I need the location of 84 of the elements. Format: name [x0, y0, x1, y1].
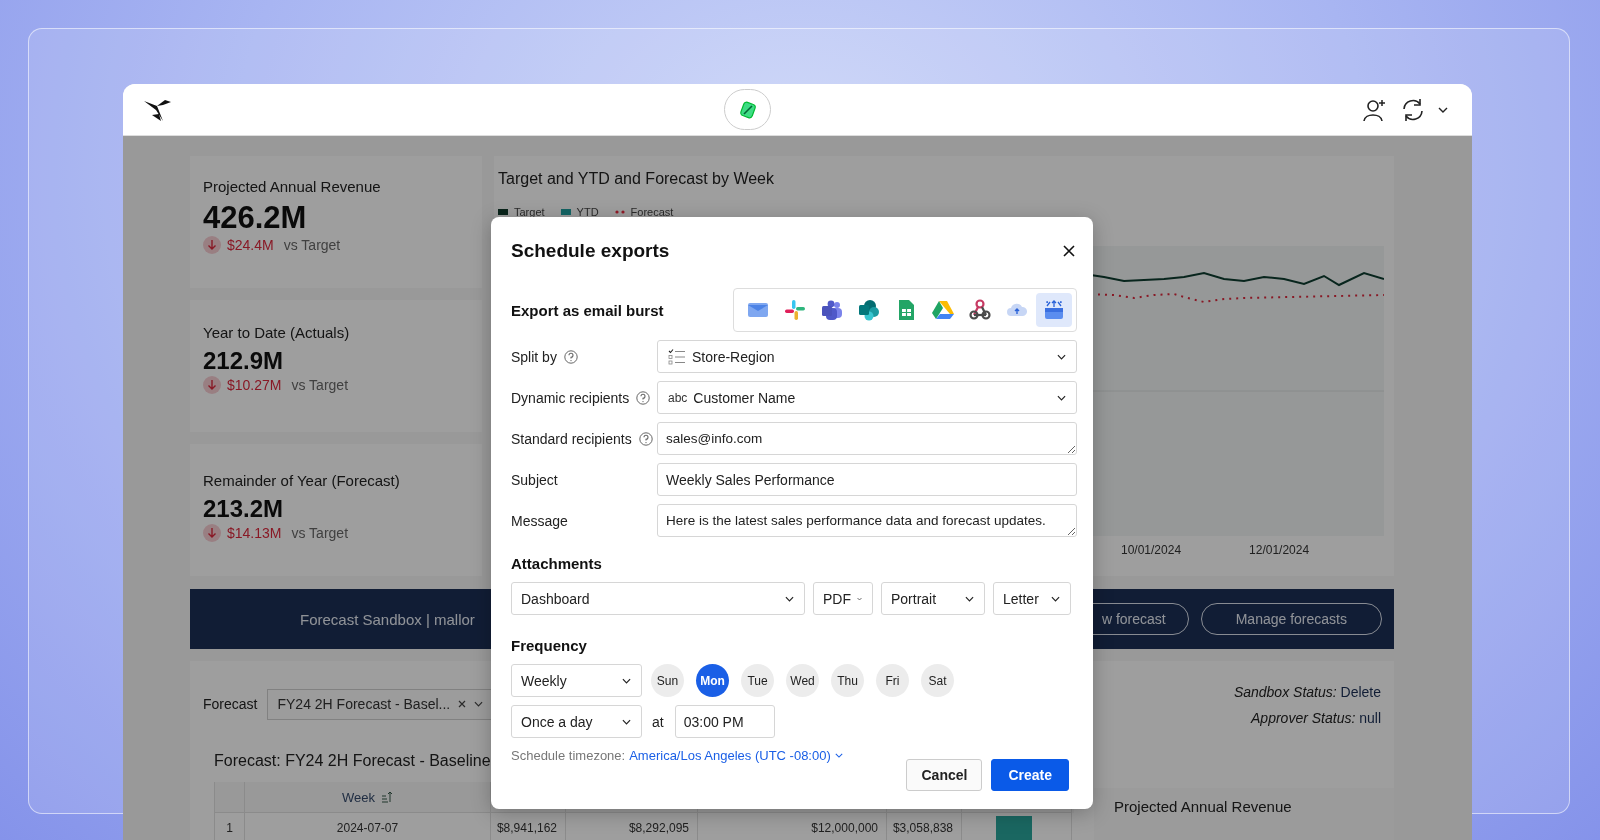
timezone-label: Schedule timezone: — [511, 748, 626, 763]
dropdown-field[interactable]: abc Customer Name — [657, 381, 1077, 414]
legend-label: Target — [514, 206, 545, 218]
tray-icon[interactable] — [1036, 293, 1072, 327]
help-icon[interactable] — [563, 349, 578, 364]
create-button[interactable]: Create — [991, 759, 1069, 791]
day-toggle[interactable]: Sun — [651, 664, 684, 697]
dropdown-field[interactable]: Dashboard — [511, 582, 805, 615]
dropdown-field[interactable]: PDF — [813, 582, 873, 615]
kpi-title: Projected Annual Revenue — [1114, 798, 1292, 815]
dropdown-field[interactable]: Once a day — [511, 705, 642, 738]
field-label: Split by — [511, 348, 557, 365]
help-icon[interactable] — [636, 390, 651, 405]
kpi-title: Year to Date (Actuals) — [203, 324, 351, 341]
comparison-label: vs Target — [291, 524, 349, 541]
close-icon[interactable] — [1063, 245, 1075, 257]
day-toggle[interactable]: Sat — [921, 664, 954, 697]
status-line: Approver Status: null — [1251, 710, 1381, 726]
kpi-value: 213.2M — [203, 495, 285, 524]
day-toggle[interactable]: Fri — [876, 664, 909, 697]
field-label: Subject — [511, 471, 558, 488]
table-cell: 2024-07-07 — [245, 813, 491, 840]
legend-label: YTD — [576, 206, 599, 218]
comparison-label: vs Target — [283, 237, 341, 254]
chart-title: Target and YTD and Forecast by Week — [498, 170, 775, 188]
status-line: Sandbox Status: Delete — [1233, 684, 1381, 700]
day-toggle[interactable]: Mon — [696, 664, 729, 697]
app-switch-button[interactable] — [724, 89, 771, 130]
field-label: Dynamic recipients — [511, 389, 630, 406]
legend-label: Forecast — [630, 206, 674, 218]
kpi-value: 426.2M — [203, 199, 308, 237]
section-heading: Attachments — [511, 555, 603, 572]
caret-icon — [1051, 595, 1060, 602]
table-cell: $8,292,095 — [566, 813, 698, 840]
section-heading: Frequency — [511, 637, 588, 654]
dropdown-field[interactable]: Weekly — [511, 664, 642, 697]
table-cell: $12,000,000 — [698, 813, 887, 840]
table-cell: $3,058,838 — [887, 813, 962, 840]
filter-label: Forecast — [203, 696, 258, 712]
kpi-value: 212.9M — [203, 347, 285, 376]
text-area[interactable]: sales@info.com — [657, 422, 1077, 455]
caret-icon[interactable] — [1438, 106, 1448, 113]
table-title: Forecast: FY24 2H Forecast - Baseline — [214, 752, 491, 770]
delta-value: $10.27M — [227, 376, 282, 393]
cancel-button[interactable]: Cancel — [906, 759, 983, 791]
dropdown-field[interactable]: Letter — [993, 582, 1071, 615]
kpi-title: Projected Annual Revenue — [203, 178, 382, 195]
comparison-label: vs Target — [291, 376, 349, 393]
field-label: Message — [511, 512, 568, 529]
table-cell: $8,941,162 — [491, 813, 566, 840]
timezone-link[interactable]: America/Los Angeles (UTC -08:00) — [629, 748, 831, 763]
axis-label: 12/01/2024 — [1249, 543, 1310, 557]
help-icon[interactable] — [638, 431, 653, 446]
field-label: Standard recipients — [511, 430, 632, 447]
time-field[interactable]: 03:00 PM — [674, 705, 775, 738]
day-toggle[interactable]: Thu — [831, 664, 864, 697]
row-number: 1 — [215, 813, 245, 840]
checklist-icon — [668, 348, 686, 365]
caret-icon — [1057, 353, 1066, 360]
day-toggle[interactable]: Wed — [786, 664, 819, 697]
caret-icon — [622, 677, 631, 684]
caret-icon — [857, 595, 862, 602]
kpi-title: Remainder of Year (Forecast) — [203, 472, 401, 489]
clear-icon[interactable] — [458, 700, 467, 708]
dropdown-field[interactable]: Store-Region — [657, 340, 1077, 373]
text-area[interactable]: Here is the latest sales performance data and forecast updates. — [657, 504, 1077, 537]
section-heading: Export as email burst — [511, 301, 664, 319]
banner-title: Forecast Sandbox | mallor — [300, 610, 475, 628]
delta-value: $14.13M — [227, 524, 282, 541]
delta-value: $24.4M — [227, 237, 274, 254]
axis-label: 10/01/2024 — [1121, 543, 1182, 557]
forecast-select[interactable]: FY24 2H Forecast - Basel... — [267, 688, 494, 720]
refresh-icon[interactable] — [1400, 96, 1426, 123]
sort-icon[interactable] — [381, 791, 393, 803]
at-label: at — [652, 713, 664, 730]
caret-icon — [1057, 394, 1066, 401]
day-toggle[interactable]: Tue — [741, 664, 774, 697]
caret-icon — [785, 595, 794, 602]
caret-icon — [965, 595, 974, 602]
text-field[interactable]: Weekly Sales Performance — [657, 463, 1077, 496]
caret-icon — [622, 718, 631, 725]
dropdown-field[interactable]: Portrait — [881, 582, 985, 615]
type-label: abc — [668, 390, 688, 405]
dialog-title: Schedule exports — [511, 240, 670, 262]
